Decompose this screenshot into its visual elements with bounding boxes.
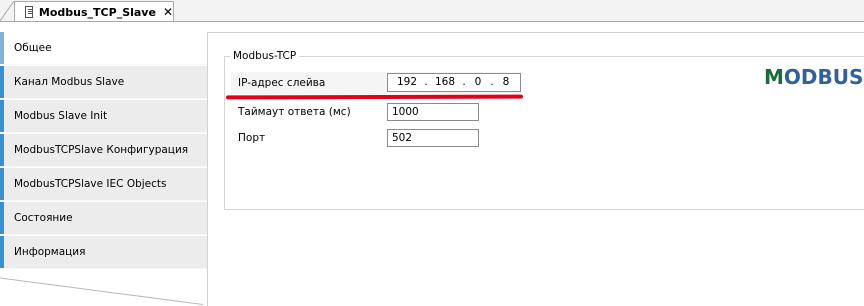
ip-octet-2[interactable]: 168	[430, 75, 460, 89]
port-field[interactable]: 502	[387, 129, 479, 147]
side-tab-label: Канал Modbus Slave	[14, 76, 125, 88]
side-tab-general[interactable]: Общее	[0, 32, 207, 65]
ip-separator: .	[490, 76, 494, 88]
side-tab-modbus-slave-init[interactable]: Modbus Slave Init	[0, 100, 207, 133]
ip-address-label: IP-адрес слейва	[238, 77, 326, 89]
side-tab-label: Состояние	[14, 212, 73, 224]
side-tab-configuration[interactable]: ModbusTCPSlave Конфигурация	[0, 134, 207, 167]
side-tab-label: Информация	[14, 246, 86, 258]
ip-separator: .	[462, 76, 466, 88]
group-title: Modbus-TCP	[230, 50, 300, 62]
content-top-border	[207, 32, 864, 33]
timeout-label: Таймаут ответа (мс)	[238, 106, 351, 118]
ip-octet-3[interactable]: 0	[468, 75, 488, 89]
ip-address-field[interactable]: 192. 168. 0. 8	[387, 73, 521, 92]
side-tab-label: ModbusTCPSlave IEC Objects	[14, 178, 167, 190]
side-tab-label: Общее	[14, 42, 52, 54]
side-tab-information[interactable]: Информация	[0, 236, 207, 269]
ip-octet-4[interactable]: 8	[496, 75, 516, 89]
tab-title: Modbus_TCP_Slave	[38, 5, 156, 19]
logo-text-rest: ODBUS	[783, 65, 864, 89]
side-tab-iec-objects[interactable]: ModbusTCPSlave IEC Objects	[0, 168, 207, 201]
side-tab-status[interactable]: Состояние	[0, 202, 207, 235]
tab-modbus-tcp-slave[interactable]: Modbus_TCP_Slave ✕	[14, 1, 174, 22]
close-icon[interactable]: ✕	[163, 6, 173, 18]
red-annotation-underline	[225, 94, 524, 100]
side-tab-label: Modbus Slave Init	[14, 110, 108, 122]
document-icon	[25, 6, 33, 18]
side-tab-label: ModbusTCPSlave Конфигурация	[14, 144, 189, 156]
side-tabs-tail-decoration	[0, 277, 203, 305]
port-label: Порт	[238, 132, 266, 144]
logo-letter-m: M	[764, 65, 784, 89]
settings-side-tabs: Общее Канал Modbus Slave Modbus Slave In…	[0, 32, 207, 306]
timeout-field[interactable]: 1000	[387, 103, 479, 121]
side-tabs-border	[207, 32, 208, 306]
modbus-logo: MODBUS	[764, 65, 863, 89]
editor-tab-strip: Modbus_TCP_Slave ✕	[0, 0, 864, 22]
ip-octet-1[interactable]: 192	[392, 75, 422, 89]
side-tab-modbus-slave-channel[interactable]: Канал Modbus Slave	[0, 66, 207, 99]
ip-separator: .	[424, 76, 428, 88]
